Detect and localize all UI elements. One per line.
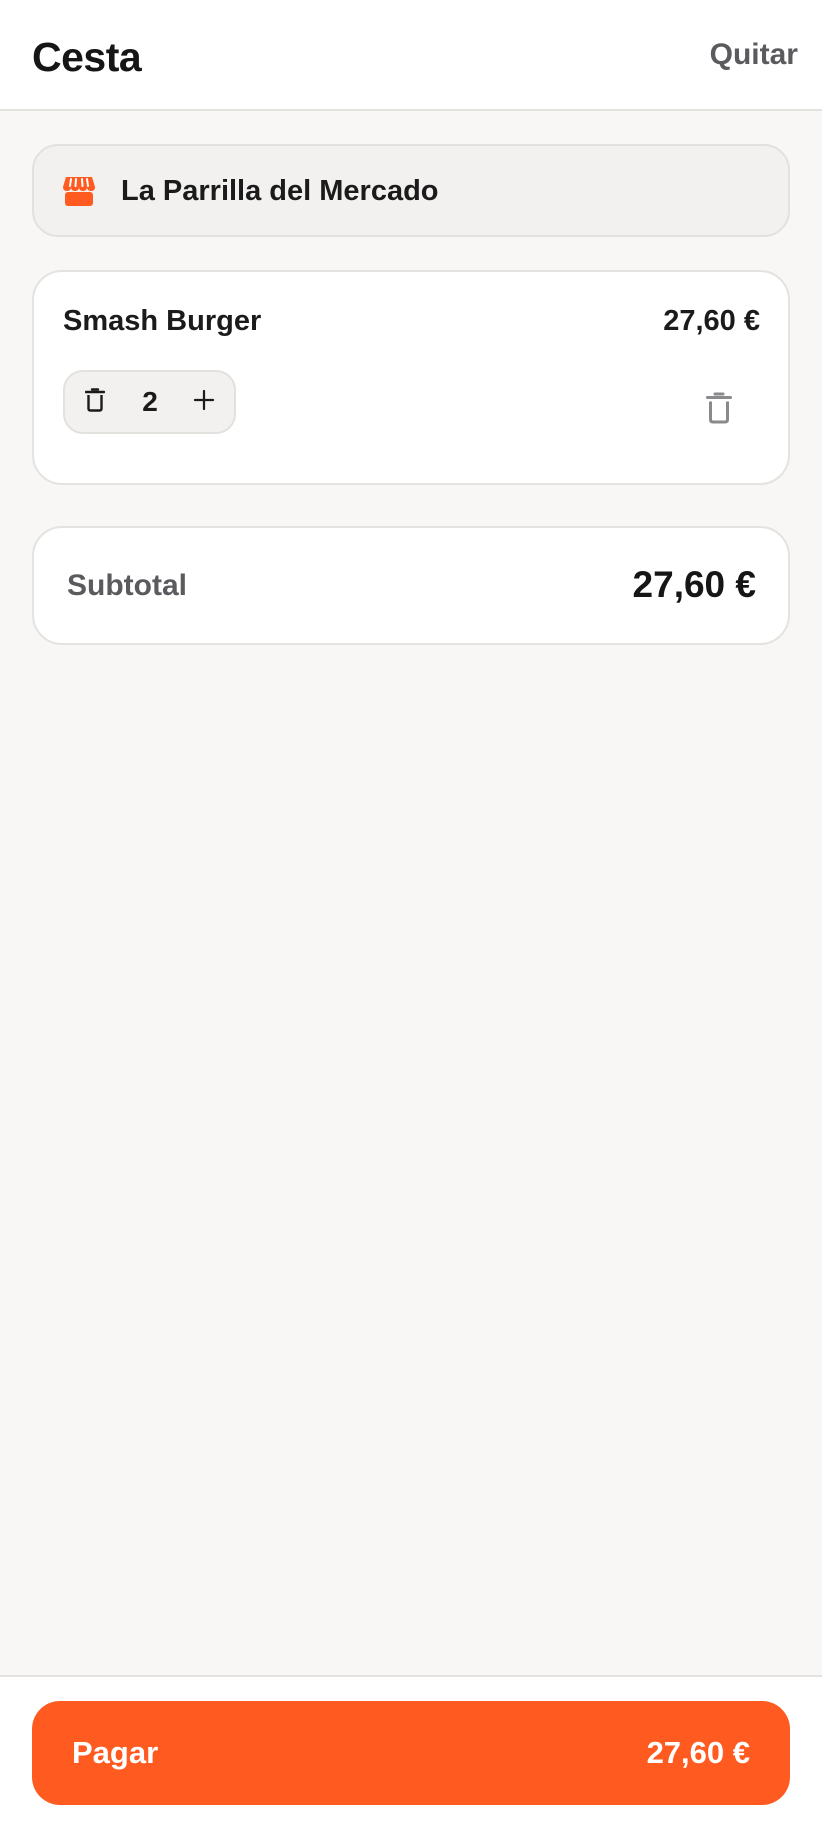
restaurant-name: La Parrilla del Mercado	[121, 175, 439, 207]
checkout-footer: Pagar 27,60 €	[0, 1675, 822, 1828]
cart-item: Smash Burger 27,60 € 2	[32, 270, 790, 485]
page-title: Cesta	[32, 34, 142, 80]
quitar-button[interactable]: Quitar	[710, 38, 798, 72]
pay-button-label: Pagar	[72, 1735, 159, 1770]
increment-button[interactable]	[176, 372, 232, 432]
trash-icon	[706, 392, 732, 429]
item-price: 27,60 €	[663, 305, 760, 337]
subtotal-label: Subtotal	[67, 569, 187, 602]
quantity-value: 2	[142, 386, 158, 417]
remove-item-button[interactable]	[704, 392, 734, 428]
subtotal-card: Subtotal 27,60 €	[32, 526, 790, 645]
store-icon	[63, 176, 95, 206]
plus-icon	[193, 389, 215, 416]
app-header: Cesta Quitar	[0, 0, 822, 111]
quantity-stepper: 2	[63, 370, 236, 434]
item-name: Smash Burger	[63, 305, 262, 337]
subtotal-value: 27,60 €	[632, 564, 756, 605]
pay-button[interactable]: Pagar 27,60 €	[32, 1701, 790, 1805]
pay-button-amount: 27,60 €	[646, 1735, 750, 1770]
trash-icon	[84, 387, 106, 417]
restaurant-card[interactable]: La Parrilla del Mercado	[32, 144, 790, 237]
decrement-button[interactable]	[67, 372, 123, 432]
